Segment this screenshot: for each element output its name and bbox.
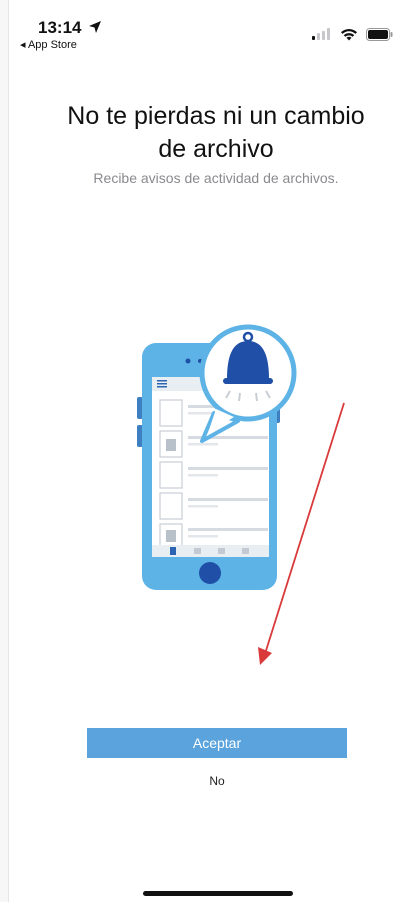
signal-icon [312,28,330,40]
status-time: 13:14 [38,18,102,38]
decline-button-label: No [209,774,225,788]
title-line-1: No te pierdas ni un cambio [67,102,365,130]
page-title: No te pierdas ni un cambio de archivo [48,100,384,166]
phone-tab-file-icon [170,547,176,555]
back-to-app-store-link[interactable]: ◂ App Store [20,38,77,51]
decline-button[interactable]: No [187,770,247,792]
phone-camera [185,358,191,364]
page-subtitle: Recibe avisos de actividad de archivos. [93,170,339,186]
screen-edge [0,0,9,902]
back-to-app-store-label: ◂ App Store [20,39,77,51]
title-line-2: de archivo [158,135,274,163]
status-icons [312,26,393,42]
battery-icon [366,27,393,41]
home-indicator[interactable] [143,891,293,896]
phone-home-button [199,562,221,584]
wifi-icon [341,28,357,40]
menu-icon-line-3 [157,386,167,388]
time-text: 13:14 [38,18,82,37]
location-arrow-icon [89,21,102,33]
menu-icon-line-2 [157,383,167,385]
phone-tab-4 [242,548,249,554]
phone-tab-2 [194,548,201,554]
status-bar: 13:14 ◂ App Store [0,0,417,56]
menu-icon-line-1 [157,380,167,382]
annotation-arrow [258,402,345,665]
phone-tab-3 [218,548,225,554]
accept-button[interactable]: Aceptar [87,728,347,758]
accept-button-label: Aceptar [192,735,242,751]
